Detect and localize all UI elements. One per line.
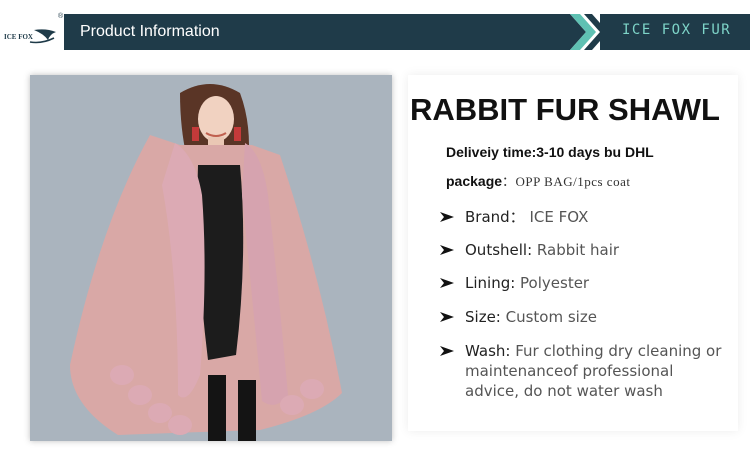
spec-size: Size: Custom size: [440, 307, 730, 327]
brand-name-label: ICE FOX FUR: [622, 22, 732, 38]
registered-mark: ®: [58, 13, 64, 20]
arrow-bullet-icon: [440, 346, 454, 356]
package-info: package：OPP BAG/1pcs coat: [446, 171, 630, 190]
model-in-fur-shawl-illustration: [30, 75, 392, 441]
package-value: ：OPP BAG/1pcs coat: [502, 174, 631, 189]
spec-brand-label: Brand：: [465, 208, 525, 226]
product-image[interactable]: [30, 75, 392, 441]
section-title: Product Information: [80, 23, 220, 40]
spec-wash: Wash: Fur clothing dry cleaning or maint…: [440, 341, 730, 401]
spec-size-label: Size:: [465, 308, 501, 326]
spec-outshell-value: Rabbit hair: [532, 241, 620, 259]
package-label: package: [446, 173, 503, 189]
arrow-bullet-icon: [440, 278, 454, 288]
spec-lining-value: Polyester: [515, 274, 590, 292]
ice-fox-logo-icon: ICE FOX: [4, 29, 56, 44]
arrow-bullet-icon: [440, 245, 454, 255]
logo-text: ICE FOX: [4, 33, 33, 41]
spec-outshell-label: Outshell:: [465, 241, 533, 259]
spec-outshell: Outshell: Rabbit hair: [440, 240, 730, 260]
arrow-bullet-icon: [440, 312, 454, 322]
spec-lining: Lining: Polyester: [440, 273, 730, 293]
spec-wash-label: Wash:: [465, 342, 511, 360]
delivery-time: Deliveiy time:3-10 days bu DHL: [446, 144, 654, 160]
spec-brand-value: ICE FOX: [524, 208, 589, 226]
header-bar: ICE FOX ® Product Information ICE FOX FU…: [0, 0, 750, 50]
spec-brand: Brand： ICE FOX: [440, 207, 730, 227]
spec-lining-label: Lining:: [465, 274, 516, 292]
brand-logo[interactable]: ICE FOX ®: [0, 13, 64, 50]
spec-size-value: Custom size: [500, 308, 597, 326]
product-title: RABBIT FUR SHAWL: [410, 92, 720, 127]
arrow-bullet-icon: [440, 212, 454, 222]
